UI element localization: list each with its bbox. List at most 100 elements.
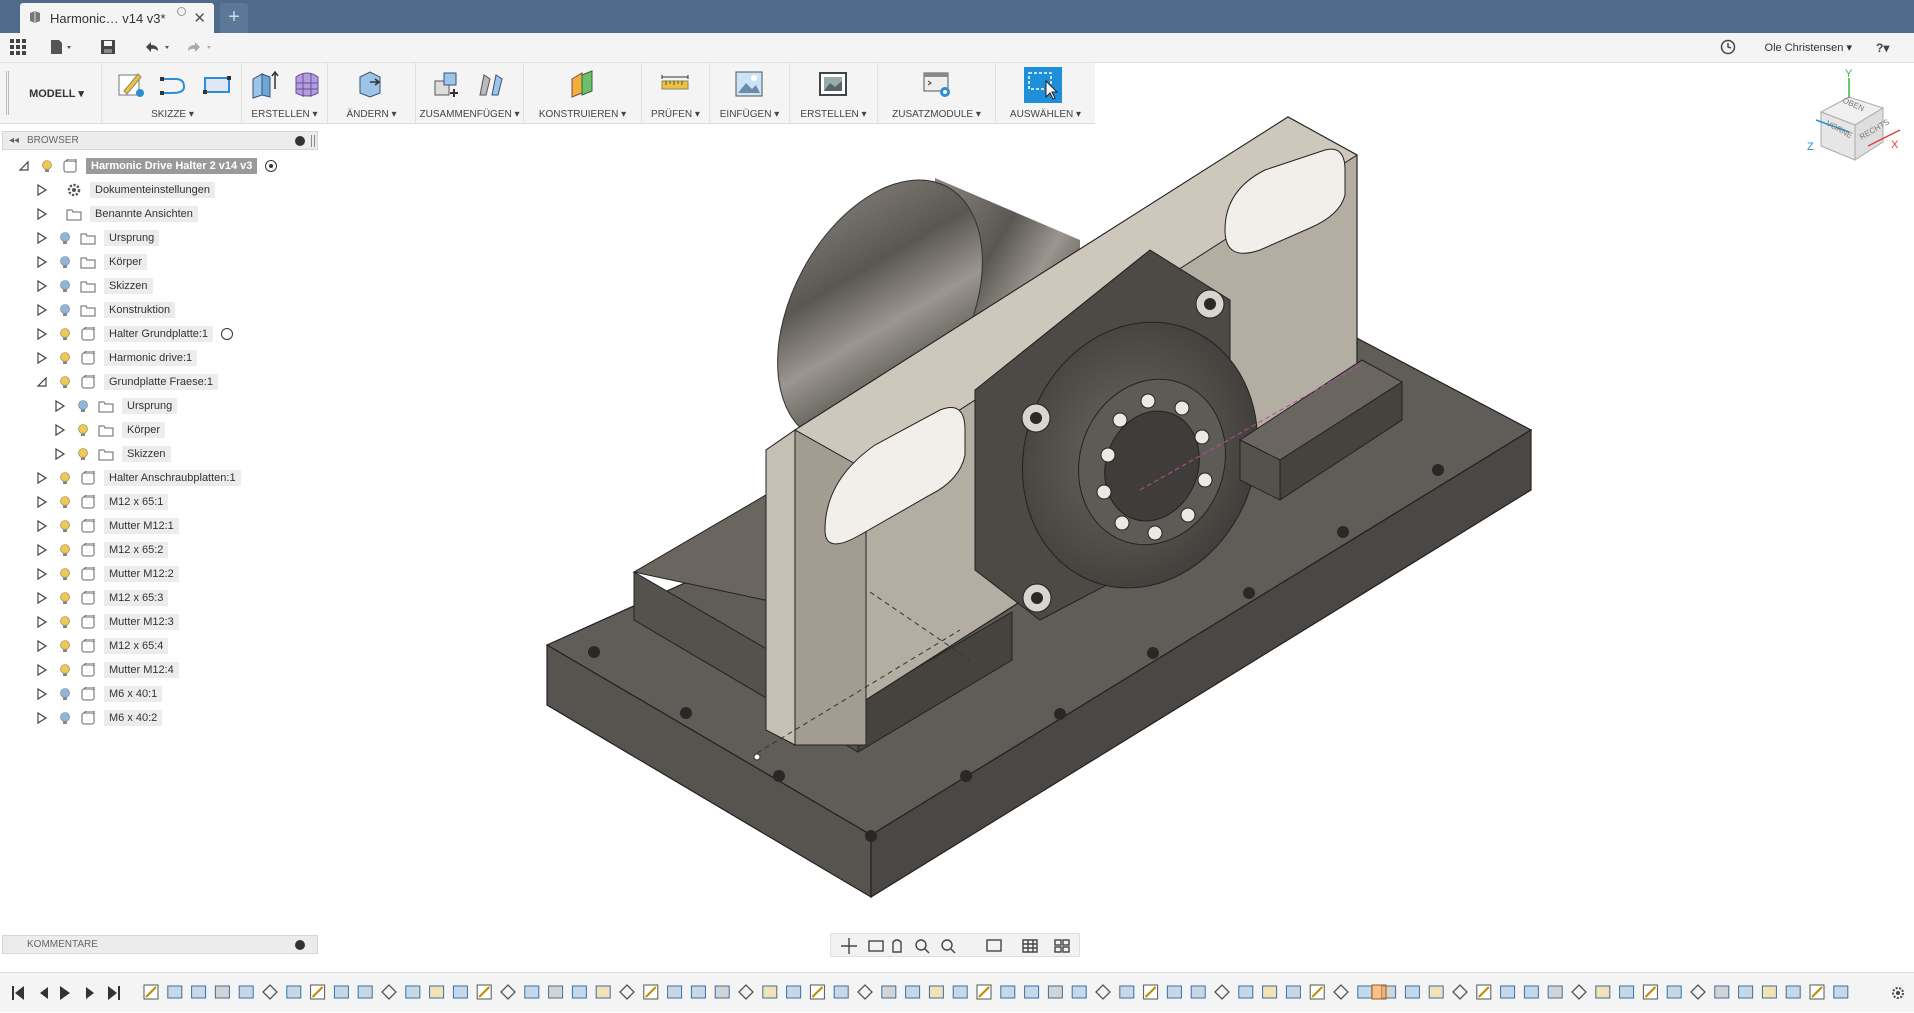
browser-node-label[interactable]: Halter Grundplatte:1 [104, 326, 214, 342]
timeline-play-icon[interactable] [56, 983, 76, 1003]
look-at-icon[interactable] [865, 936, 887, 956]
browser-node[interactable]: Körper [36, 251, 148, 273]
browser-node-label[interactable]: Körper [122, 422, 166, 438]
browser-node-label[interactable]: Ursprung [104, 230, 160, 246]
browser-node[interactable]: Skizzen [54, 443, 171, 465]
visibility-bulb-icon[interactable] [58, 663, 72, 677]
browser-node[interactable]: Konstruktion [36, 299, 176, 321]
browser-node-label[interactable]: Skizzen [122, 446, 171, 462]
expand-triangle-icon[interactable] [36, 519, 48, 533]
expand-triangle-icon[interactable] [36, 183, 48, 197]
comments-panel[interactable]: KOMMENTARE [2, 935, 318, 954]
view-cube[interactable]: OBEN VORNE RECHTS Y Z X [1800, 68, 1910, 170]
browser-node-label[interactable]: Mutter M12:3 [104, 614, 179, 630]
visibility-bulb-icon[interactable] [58, 279, 72, 293]
expand-triangle-icon[interactable] [36, 279, 48, 293]
visibility-bulb-icon[interactable] [58, 471, 72, 485]
visibility-bulb-icon[interactable] [58, 231, 72, 245]
expand-triangle-icon[interactable] [36, 663, 48, 677]
fit-icon[interactable] [939, 936, 965, 956]
expand-triangle-icon[interactable] [36, 543, 48, 557]
timeline-feature-strip[interactable] [140, 979, 1860, 1007]
expand-triangle-icon[interactable] [36, 255, 48, 269]
collapse-browser-icon[interactable]: ◂◂ [9, 135, 19, 146]
visibility-bulb-icon[interactable] [58, 567, 72, 581]
expand-triangle-icon[interactable] [36, 687, 48, 701]
visibility-bulb-icon[interactable] [58, 351, 72, 365]
expand-triangle-icon[interactable] [54, 423, 66, 437]
browser-node-label[interactable]: M6 x 40:1 [104, 686, 163, 702]
browser-node[interactable]: Mutter M12:1 [36, 515, 179, 537]
browser-node-label[interactable]: Körper [104, 254, 148, 270]
visibility-bulb-icon[interactable] [58, 519, 72, 533]
browser-node-label[interactable]: Benannte Ansichten [90, 206, 198, 222]
visibility-bulb-icon[interactable] [58, 375, 72, 389]
model-viewport[interactable] [0, 0, 1914, 1012]
timeline-last-icon[interactable] [104, 983, 124, 1003]
browser-node[interactable]: M12 x 65:2 [36, 539, 169, 561]
browser-node[interactable]: Halter Anschraubplatten:1 [36, 467, 241, 489]
browser-node[interactable]: Mutter M12:3 [36, 611, 179, 633]
browser-node[interactable]: Dokumenteinstellungen [36, 179, 215, 201]
timeline-forward-icon[interactable] [80, 983, 100, 1003]
visibility-bulb-icon[interactable] [58, 639, 72, 653]
visibility-bulb-icon[interactable] [58, 327, 72, 341]
browser-node[interactable]: Ursprung [36, 227, 160, 249]
expand-triangle-icon[interactable] [36, 351, 48, 365]
browser-node-label[interactable]: M12 x 65:4 [104, 638, 169, 654]
collapse-triangle-icon[interactable] [18, 159, 30, 173]
add-comment-icon[interactable] [295, 940, 305, 950]
browser-node-label[interactable]: M12 x 65:2 [104, 542, 169, 558]
visibility-bulb-icon[interactable] [58, 543, 72, 557]
visibility-bulb-icon[interactable] [58, 711, 72, 725]
timeline-first-icon[interactable] [8, 983, 28, 1003]
visibility-bulb-icon[interactable] [76, 447, 90, 461]
browser-pin-icon[interactable] [311, 135, 315, 147]
visibility-bulb-icon[interactable] [58, 615, 72, 629]
expand-triangle-icon[interactable] [36, 327, 48, 341]
visibility-bulb-icon[interactable] [76, 423, 90, 437]
browser-node-label[interactable]: Mutter M12:4 [104, 662, 179, 678]
browser-node[interactable]: M6 x 40:1 [36, 683, 163, 705]
visibility-bulb-icon[interactable] [40, 159, 54, 173]
activate-radio-icon[interactable] [221, 328, 234, 340]
browser-node[interactable]: Mutter M12:2 [36, 563, 179, 585]
expand-triangle-icon[interactable] [36, 567, 48, 581]
timeline-settings-icon[interactable] [1890, 985, 1906, 1004]
visibility-bulb-icon[interactable] [58, 687, 72, 701]
browser-node[interactable]: M12 x 65:3 [36, 587, 169, 609]
browser-node-label[interactable]: Grundplatte Fraese:1 [104, 374, 218, 390]
browser-root-label[interactable]: Harmonic Drive Halter 2 v14 v3 [86, 158, 258, 174]
grid-settings-icon[interactable] [1017, 936, 1045, 956]
browser-node-label[interactable]: Konstruktion [104, 302, 176, 318]
browser-node-label[interactable]: Mutter M12:1 [104, 518, 179, 534]
browser-node-label[interactable]: Harmonic drive:1 [104, 350, 198, 366]
orbit-icon[interactable] [835, 936, 861, 956]
browser-node[interactable]: M12 x 65:1 [36, 491, 169, 513]
browser-node-label[interactable]: Dokumenteinstellungen [90, 182, 215, 198]
browser-node[interactable]: Benannte Ansichten [36, 203, 198, 225]
visibility-bulb-icon[interactable] [58, 303, 72, 317]
browser-node[interactable]: M6 x 40:2 [36, 707, 163, 729]
expand-triangle-icon[interactable] [54, 399, 66, 413]
expand-triangle-icon[interactable] [36, 711, 48, 725]
browser-node-label[interactable]: Ursprung [122, 398, 178, 414]
browser-node-label[interactable]: M12 x 65:1 [104, 494, 169, 510]
browser-node-label[interactable]: Mutter M12:2 [104, 566, 179, 582]
browser-node[interactable]: Skizzen [36, 275, 153, 297]
zoom-icon[interactable] [913, 936, 933, 956]
browser-node-label[interactable]: Skizzen [104, 278, 153, 294]
collapse-triangle-icon[interactable] [36, 375, 48, 389]
browser-node-label[interactable]: M12 x 65:3 [104, 590, 169, 606]
expand-triangle-icon[interactable] [36, 231, 48, 245]
visibility-bulb-icon[interactable] [58, 591, 72, 605]
browser-node[interactable]: Ursprung [54, 395, 178, 417]
expand-triangle-icon[interactable] [36, 615, 48, 629]
browser-node[interactable]: Halter Grundplatte:1 [36, 323, 234, 345]
expand-triangle-icon[interactable] [36, 471, 48, 485]
pan-icon[interactable] [889, 936, 907, 956]
browser-node-label[interactable]: M6 x 40:2 [104, 710, 163, 726]
visibility-bulb-icon[interactable] [58, 495, 72, 509]
expand-triangle-icon[interactable] [36, 591, 48, 605]
browser-node[interactable]: Grundplatte Fraese:1 [36, 371, 218, 393]
